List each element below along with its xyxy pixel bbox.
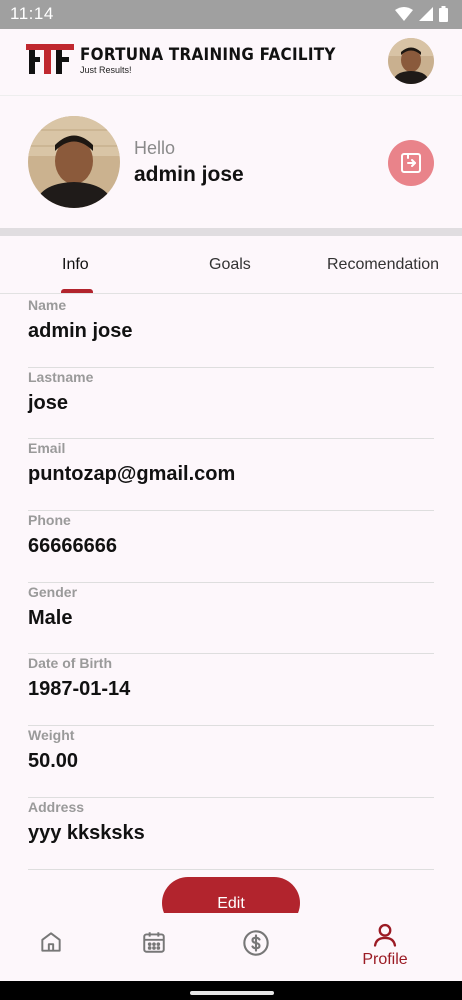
field-label: Name	[28, 297, 67, 313]
field-address: Address yyy kksksks	[28, 798, 434, 870]
system-nav-bar	[0, 981, 462, 1000]
field-value: puntozap@gmail.com	[28, 463, 236, 486]
field-value: yyy kksksks	[28, 821, 145, 844]
logout-button[interactable]	[388, 140, 434, 186]
home-gesture-pill[interactable]	[190, 991, 274, 995]
battery-icon	[439, 6, 448, 22]
profile-avatar[interactable]	[28, 116, 120, 208]
tab-recomendation[interactable]: Recomendation	[327, 256, 439, 274]
field-value: admin jose	[28, 320, 133, 342]
profile-tabs: Info Goals Recomendation	[0, 236, 462, 294]
section-divider	[0, 228, 462, 236]
brand-tagline: Just Results!	[80, 65, 132, 75]
status-bar: 11:14	[0, 0, 462, 29]
nav-profile[interactable]: Profile	[352, 921, 418, 989]
field-value: Male	[28, 606, 73, 629]
field-lastname: Lastname jose	[28, 368, 434, 440]
bottom-nav: Profile	[0, 913, 462, 981]
field-name: Name admin jose	[28, 296, 434, 368]
tab-info[interactable]: Info	[62, 256, 89, 274]
home-icon	[41, 932, 61, 952]
field-value: 1987-01-14	[28, 678, 131, 701]
field-label: Phone	[28, 512, 71, 529]
brand-title: FORTUNA TRAINING FACILITY	[80, 45, 336, 64]
profile-card: Hello admin jose	[0, 95, 462, 228]
field-date-of-birth: Date of Birth 1987-01-14	[28, 654, 434, 727]
nav-profile-label: Profile	[362, 951, 408, 968]
field-value: 66666666	[28, 535, 117, 558]
field-phone: Phone 66666666	[28, 511, 434, 583]
person-icon	[373, 923, 397, 947]
status-icons	[395, 6, 448, 22]
field-label: Address	[28, 798, 85, 815]
brand-logo[interactable]: FORTUNA TRAINING FACILITY Just Results!	[26, 44, 358, 75]
signal-icon	[419, 7, 433, 21]
field-gender: Gender Male	[28, 583, 434, 655]
field-label: Email	[28, 440, 66, 457]
field-weight: Weight 50.00	[28, 726, 434, 798]
active-tab-indicator	[61, 289, 93, 293]
calendar-icon	[143, 932, 165, 953]
greeting-text: Hello	[134, 138, 176, 158]
field-label: Weight	[28, 727, 75, 744]
field-email: Email puntozap@gmail.com	[28, 439, 434, 512]
status-time: 11:14	[10, 4, 54, 23]
dollar-icon	[243, 930, 269, 956]
header-avatar[interactable]	[388, 38, 434, 84]
info-list: Name admin jose Lastname jose Email punt…	[28, 296, 434, 870]
field-label: Date of Birth	[28, 655, 112, 672]
field-label: Gender	[28, 583, 78, 600]
user-name: admin jose	[134, 163, 244, 186]
field-label: Lastname	[28, 368, 94, 385]
field-value: 50.00	[28, 750, 79, 773]
app-header: FORTUNA TRAINING FACILITY Just Results!	[0, 29, 462, 95]
field-value: jose	[28, 391, 69, 414]
ftf-logo-icon	[26, 44, 74, 74]
logout-icon	[401, 153, 421, 173]
wifi-icon	[395, 7, 413, 21]
tab-goals[interactable]: Goals	[209, 256, 251, 274]
